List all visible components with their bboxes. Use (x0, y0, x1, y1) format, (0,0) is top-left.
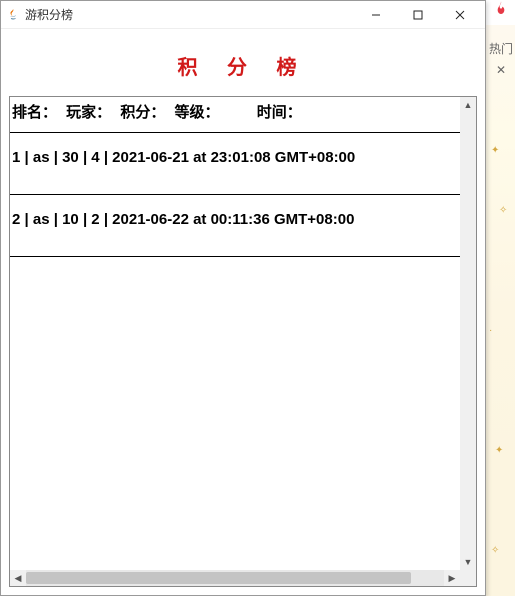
scroll-corner (460, 570, 476, 586)
scroll-down-button[interactable]: ▼ (460, 554, 476, 570)
page-title: 积 分 榜 (7, 35, 479, 96)
col-time: 时间： (257, 101, 317, 122)
app-window: 游积分榜 积 分 榜 排名： 玩家： 积分： 等级： 时间： 1 | as | (0, 0, 486, 596)
horizontal-scrollbar[interactable]: ◀ ▶ (10, 570, 460, 586)
maximize-button[interactable] (397, 1, 439, 29)
scoreboard-viewport: 排名： 玩家： 积分： 等级： 时间： 1 | as | 30 | 4 | 20… (10, 97, 460, 570)
col-rank: 排名： (12, 101, 62, 122)
table-row: 1 | as | 30 | 4 | 2021-06-21 at 23:01:08… (10, 133, 460, 195)
vertical-scroll-track[interactable] (460, 113, 476, 554)
vertical-scrollbar[interactable]: ▲ ▼ (460, 97, 476, 570)
fire-icon (493, 0, 509, 23)
col-level: 等级： (175, 101, 225, 122)
desktop-background: ✦ ✧ · ✦ ✧ (485, 25, 515, 596)
window-title: 游积分榜 (25, 6, 73, 23)
horizontal-scroll-track[interactable] (26, 570, 444, 586)
close-button[interactable] (439, 1, 481, 29)
scroll-left-button[interactable]: ◀ (10, 570, 26, 586)
side-close-label[interactable]: ✕ (489, 63, 513, 77)
side-hot-label: 热门 (489, 40, 513, 57)
table-row: 2 | as | 10 | 2 | 2021-06-22 at 00:11:36… (10, 195, 460, 257)
titlebar: 游积分榜 (1, 1, 485, 29)
java-app-icon (5, 7, 21, 23)
scoreboard-container: 排名： 玩家： 积分： 等级： 时间： 1 | as | 30 | 4 | 20… (9, 96, 477, 587)
scroll-right-button[interactable]: ▶ (444, 570, 460, 586)
scroll-up-button[interactable]: ▲ (460, 97, 476, 113)
minimize-button[interactable] (355, 1, 397, 29)
side-labels: 热门 ✕ (489, 40, 513, 83)
col-score: 积分： (120, 101, 170, 122)
col-player: 玩家： (66, 101, 116, 122)
browser-side-strip (485, 0, 515, 25)
content-area: 积 分 榜 排名： 玩家： 积分： 等级： 时间： 1 | as | 30 | … (1, 29, 485, 595)
column-header-row: 排名： 玩家： 积分： 等级： 时间： (10, 97, 460, 133)
horizontal-scroll-thumb[interactable] (26, 572, 411, 584)
